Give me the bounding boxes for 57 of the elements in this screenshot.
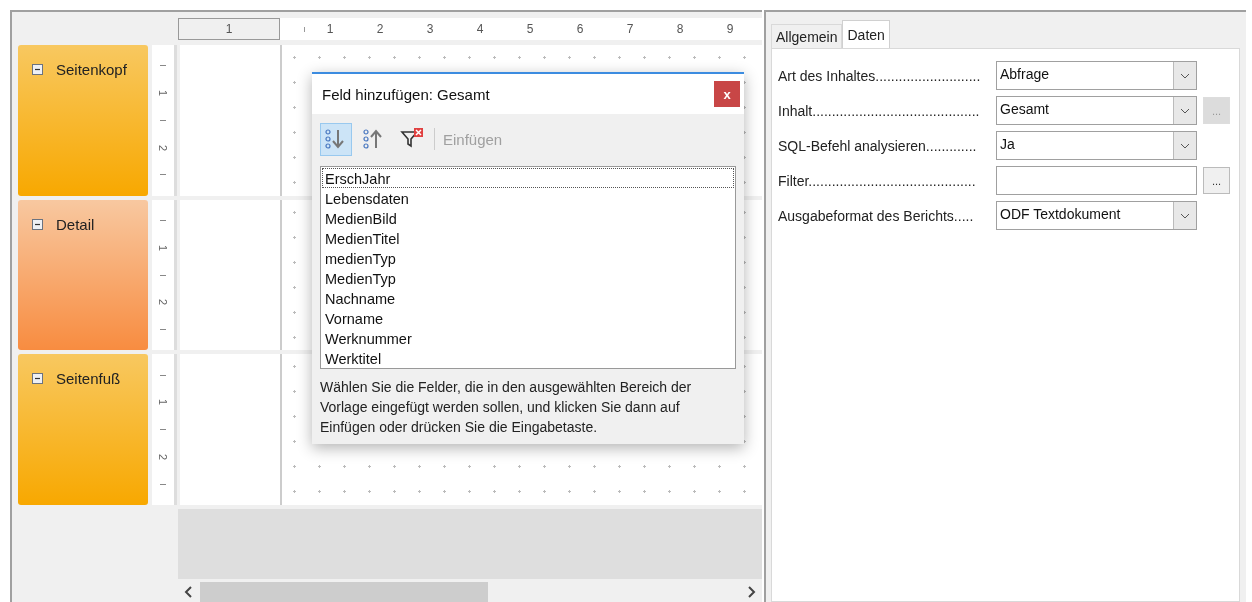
- ruler-number: 7: [624, 21, 636, 36]
- field-list-item[interactable]: MedienTyp: [322, 268, 734, 288]
- ruler-number: 8: [674, 21, 686, 36]
- section-header[interactable]: Seitenkopf: [18, 44, 148, 196]
- ruler-number: 2: [157, 144, 169, 151]
- ruler-number: 2: [157, 453, 169, 460]
- field-list[interactable]: ErschJahr Lebensdaten MedienBild MedienTitel medienTyp MedienTyp Nachname Vorname Werknummer Werktitel: [320, 166, 736, 369]
- ruler-number: 9: [724, 21, 736, 36]
- ruler-number: 1: [157, 90, 169, 97]
- field-list-item[interactable]: Nachname: [322, 288, 734, 308]
- tab[interactable]: Daten: [842, 20, 890, 48]
- chevron-down-icon: [1180, 107, 1190, 114]
- field-list-item[interactable]: Lebensdaten: [322, 188, 734, 208]
- field-list-item[interactable]: MedienTitel: [322, 228, 734, 248]
- ruler-number: 5: [524, 21, 536, 36]
- section-header[interactable]: Seitenfuß: [18, 354, 148, 506]
- input-field[interactable]: [996, 166, 1197, 195]
- dropdown[interactable]: Abfrage: [996, 61, 1197, 90]
- field-list-item[interactable]: MedienBild: [322, 208, 734, 228]
- ruler-number: 1: [157, 399, 169, 406]
- dropdown[interactable]: Gesamt: [996, 96, 1197, 125]
- collapse-icon[interactable]: [32, 218, 43, 230]
- sort-ascending-button[interactable]: [320, 122, 352, 156]
- property-label: Inhalt...........................................: [778, 102, 981, 119]
- collapse-icon[interactable]: [32, 373, 43, 385]
- field-list-item[interactable]: ErschJahr: [322, 168, 734, 188]
- field-list-item[interactable]: Werknummer: [322, 328, 734, 348]
- ruler-number: 2: [157, 299, 169, 306]
- dialog-title: Feld hinzufügen: Gesamt: [322, 85, 490, 103]
- ruler-number: 1: [157, 244, 169, 251]
- property-label: Art des Inhaltes...........................: [778, 67, 982, 84]
- ruler-number: 3: [424, 21, 436, 36]
- chevron-down-icon: [1180, 212, 1190, 219]
- chevron-down-icon: [1180, 142, 1190, 149]
- ruler-number: 1: [324, 21, 336, 36]
- field-list-item[interactable]: Werktitel: [322, 348, 734, 368]
- help-text: Wählen Sie die Felder, die in den ausgewählten Bereich der Vorlage eingefügt werden sollen, und klicken Sie dann auf Einfügen oder drücken Sie die Eingabetaste.: [320, 378, 693, 437]
- section-header[interactable]: Detail: [18, 199, 148, 351]
- field-list-item[interactable]: Vorname: [322, 308, 734, 328]
- ruler-number: 1: [223, 21, 235, 36]
- ruler-number: 2: [374, 21, 386, 36]
- field-list-item[interactable]: medienTyp: [322, 248, 734, 268]
- dropdown[interactable]: ODF Textdokument: [996, 201, 1197, 230]
- ruler-number: 4: [474, 21, 486, 36]
- ruler-number: 6: [574, 21, 586, 36]
- chevron-down-icon: [1180, 72, 1190, 79]
- scrollbar-thumb[interactable]: [200, 582, 488, 602]
- tab[interactable]: Allgemein: [771, 24, 843, 48]
- scroll-left-icon[interactable]: [184, 586, 194, 598]
- property-label: SQL-Befehl analysieren.............: [778, 137, 978, 154]
- property-label: Ausgabeformat des Berichts.....: [778, 207, 975, 224]
- scroll-right-icon[interactable]: [746, 586, 756, 598]
- dropdown[interactable]: Ja: [996, 131, 1197, 160]
- collapse-icon[interactable]: [32, 63, 43, 75]
- browse-button[interactable]: ...: [1203, 167, 1230, 194]
- property-label: Filter...........................................: [778, 172, 977, 189]
- close-button[interactable]: x: [714, 81, 740, 107]
